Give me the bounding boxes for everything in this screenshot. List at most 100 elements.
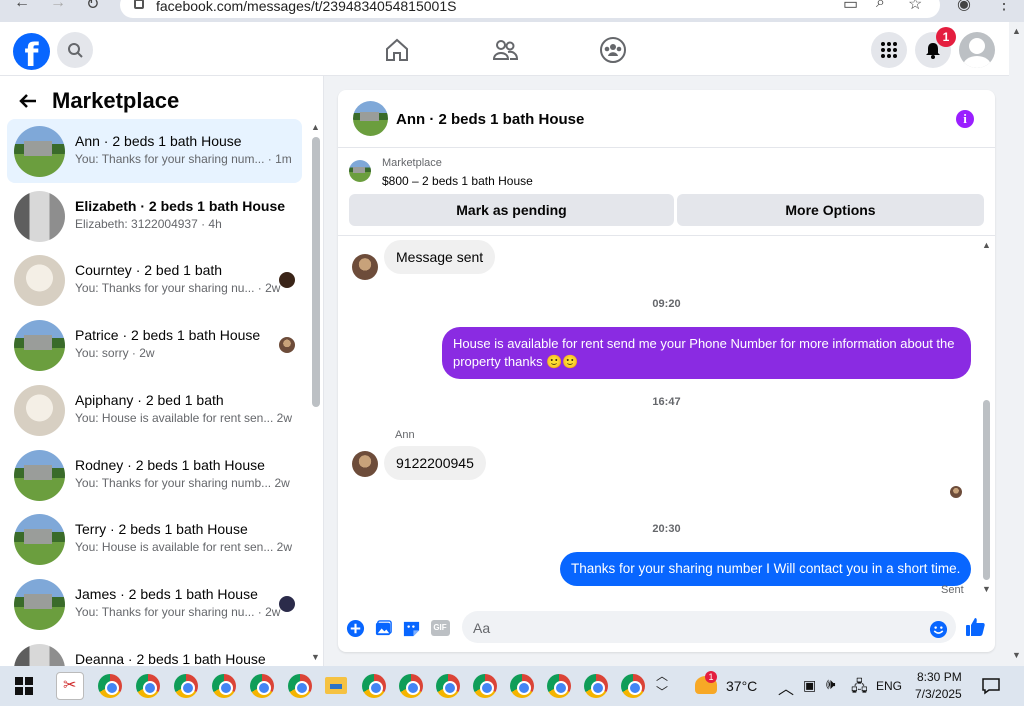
conversation-item[interactable]: James · 2 beds 1 bath House You: Thanks … [7, 572, 302, 636]
info-icon[interactable]: i [956, 110, 974, 128]
conversation-name: Terry · 2 beds 1 bath House [75, 521, 248, 537]
browser-toolbar: ← → ↻ facebook.com/messages/t/2394834054… [0, 0, 1024, 22]
more-options-button[interactable]: More Options [677, 194, 984, 226]
forward-icon[interactable]: → [50, 0, 66, 12]
listing-mini-thumbnail[interactable] [349, 160, 371, 182]
chrome-taskbar-icon[interactable] [98, 674, 122, 698]
chat-list-sidebar: Marketplace Ann · 2 beds 1 bath House Yo… [0, 76, 324, 666]
conversation-item[interactable]: Deanna · 2 beds 1 bath House [7, 637, 302, 666]
conversation-item[interactable]: Elizabeth · 2 beds 1 bath House Elizabet… [7, 184, 302, 248]
conversation-preview: You: Thanks for your sharing nu... · 2w [75, 605, 281, 619]
conversation-name: Ann · 2 beds 1 bath House [75, 133, 242, 149]
conversation-item[interactable]: Apiphany · 2 bed 1 bath You: House is av… [7, 378, 302, 442]
conversation-preview: You: Thanks for your sharing nu... · 2w [75, 281, 281, 295]
listing-thumbnail [14, 450, 65, 501]
home-icon[interactable] [383, 36, 411, 64]
listing-thumbnail [14, 191, 65, 242]
photo-icon[interactable] [373, 618, 393, 638]
like-icon[interactable] [964, 616, 986, 638]
conversation-preview: You: sorry · 2w [75, 346, 155, 360]
site-info-icon[interactable] [134, 0, 144, 9]
menu-grid-button[interactable] [871, 32, 907, 68]
notification-badge: 1 [936, 27, 956, 47]
page-scroll-down-icon[interactable]: ▼ [1012, 650, 1021, 660]
seen-avatar [950, 486, 962, 498]
file-explorer-icon[interactable] [325, 677, 347, 694]
plus-icon[interactable] [345, 618, 365, 638]
message-input[interactable]: Aa [462, 611, 956, 643]
reload-icon[interactable]: ↻ [86, 0, 99, 14]
bookmark-icon[interactable]: ☆ [908, 0, 922, 14]
tray-chevron-icon[interactable]: ︿ [778, 675, 794, 699]
meet-icon[interactable]: ▣ [803, 677, 816, 694]
chat-scrollbar[interactable] [983, 400, 990, 580]
chrome-taskbar-icon[interactable] [136, 674, 160, 698]
chrome-taskbar-icon[interactable] [250, 674, 274, 698]
back-icon[interactable]: ← [14, 0, 30, 12]
network-icon[interactable]: 🖧 [851, 676, 868, 701]
conversation-name: Deanna · 2 beds 1 bath House [75, 651, 266, 666]
chrome-taskbar-icon[interactable] [547, 674, 571, 698]
conversation-item[interactable]: Ann · 2 beds 1 bath House You: Thanks fo… [7, 119, 302, 183]
sticker-icon[interactable] [401, 618, 421, 638]
clock-time[interactable]: 8:30 PM [917, 670, 962, 684]
scroll-up-arrow-icon[interactable]: ▲ [982, 240, 991, 250]
snipping-tool-icon[interactable]: ✂ [56, 672, 84, 700]
listing-thumbnail [14, 320, 65, 371]
gif-icon[interactable]: GIF [430, 618, 450, 638]
account-avatar[interactable] [959, 32, 995, 68]
volume-icon[interactable]: 🕪 [826, 676, 835, 693]
conversation-preview: You: Thanks for your sharing numb... 2w [75, 476, 290, 490]
notification-center-icon[interactable] [982, 677, 1000, 695]
groups-icon[interactable] [599, 36, 627, 64]
language-indicator[interactable]: ENG [876, 679, 902, 693]
chat-listing-thumbnail[interactable] [353, 101, 388, 136]
chrome-taskbar-icon[interactable] [288, 674, 312, 698]
windows-start-icon[interactable] [15, 677, 33, 695]
seen-avatar [279, 337, 295, 353]
chrome-taskbar-icon[interactable] [584, 674, 608, 698]
weather-badge: 1 [705, 671, 717, 683]
emoji-icon[interactable] [928, 619, 948, 639]
message-bubble-out: Thanks for your sharing number I Will co… [560, 552, 972, 586]
address-bar[interactable]: facebook.com/messages/t/2394834054815001… [120, 0, 940, 18]
conversation-item[interactable]: Patrice · 2 beds 1 bath House You: sorry… [7, 313, 302, 377]
scroll-up-arrow-icon[interactable]: ▲ [311, 122, 320, 132]
mark-as-pending-button[interactable]: Mark as pending [349, 194, 674, 226]
zoom-icon[interactable]: ⌕ [876, 0, 885, 12]
conversation-item[interactable]: Terry · 2 beds 1 bath House You: House i… [7, 507, 302, 571]
conversation-item[interactable]: Rodney · 2 beds 1 bath House You: Thanks… [7, 443, 302, 507]
chrome-taskbar-icon[interactable] [212, 674, 236, 698]
chrome-taskbar-icon[interactable] [174, 674, 198, 698]
listing-price[interactable]: $800 – 2 beds 1 bath House [382, 174, 533, 188]
chat-title[interactable]: Ann · 2 beds 1 bath House [396, 111, 584, 128]
install-icon[interactable]: ▭ [843, 0, 858, 14]
chrome-taskbar-icon[interactable] [362, 674, 386, 698]
sidebar-scrollbar[interactable] [312, 137, 320, 407]
profile-icon[interactable]: ◉ [957, 0, 971, 14]
conversation-name: Elizabeth · 2 beds 1 bath House [75, 198, 286, 214]
facebook-logo-icon[interactable]: f [13, 33, 50, 70]
taskbar-overflow-icon[interactable]: ︿ ﹀ [656, 668, 668, 700]
message-bubble-in: Message sent [384, 240, 496, 274]
chrome-taskbar-icon[interactable] [510, 674, 534, 698]
chrome-taskbar-icon[interactable] [621, 674, 645, 698]
weather-temp[interactable]: 37°C [726, 678, 757, 694]
page-scrollbar[interactable]: ▲ ▼ [1009, 22, 1024, 666]
chrome-taskbar-icon[interactable] [399, 674, 423, 698]
back-arrow-icon[interactable] [18, 91, 38, 111]
scroll-down-arrow-icon[interactable]: ▼ [982, 584, 991, 594]
marketplace-label: Marketplace [382, 157, 442, 169]
search-button[interactable] [57, 32, 93, 68]
windows-taskbar: ✂ ︿ ﹀ 1 37°C ︿ ▣ 🕪 🖧 ENG 8:30 PM 7/3/2025 [0, 666, 1024, 706]
menu-icon[interactable]: ⋮ [996, 0, 1012, 14]
chrome-taskbar-icon[interactable] [436, 674, 460, 698]
timestamp: 09:20 [652, 298, 681, 310]
conversation-item[interactable]: Courntey · 2 bed 1 bath You: Thanks for … [7, 248, 302, 312]
scroll-down-arrow-icon[interactable]: ▼ [311, 652, 320, 662]
marketplace-listing-card: Marketplace $800 – 2 beds 1 bath House M… [338, 148, 995, 236]
page-scroll-up-icon[interactable]: ▲ [1012, 26, 1021, 36]
friends-icon[interactable] [491, 36, 519, 64]
chrome-taskbar-icon[interactable] [473, 674, 497, 698]
clock-date[interactable]: 7/3/2025 [915, 687, 962, 701]
